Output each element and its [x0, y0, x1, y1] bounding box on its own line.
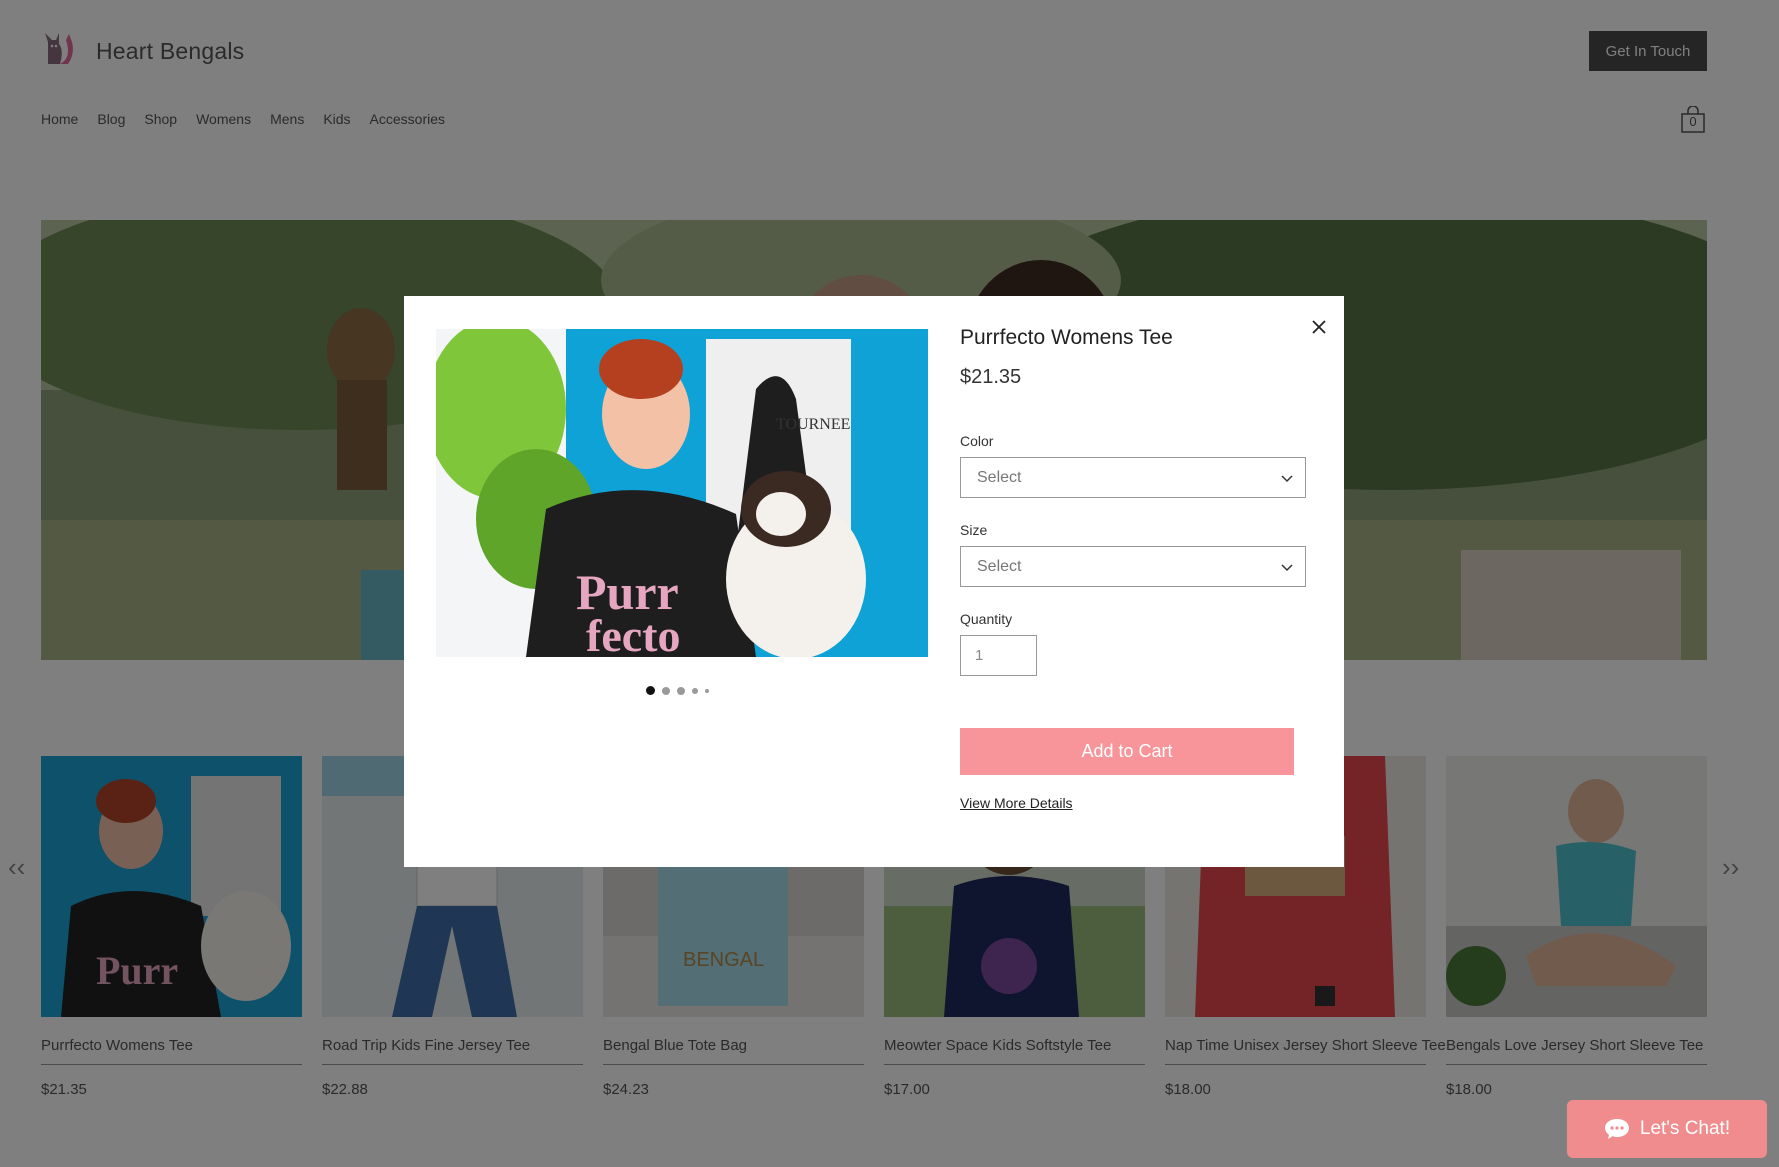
chat-widget-button[interactable]: Let's Chat! [1567, 1100, 1767, 1158]
color-select-value: Select [977, 468, 1022, 486]
image-dot[interactable] [705, 688, 709, 693]
image-dot[interactable] [677, 686, 685, 695]
size-select[interactable]: Select [960, 546, 1306, 587]
chat-label: Let's Chat! [1639, 1118, 1731, 1139]
quick-view-modal: TOURNEE Purr fecto Purrfecto Womens Tee … [404, 296, 1344, 867]
view-more-details-link[interactable]: View More Details [960, 795, 1320, 811]
svg-text:TOURNEE: TOURNEE [776, 416, 850, 433]
svg-text:fecto: fecto [586, 610, 680, 657]
product-price: $21.35 [960, 366, 1022, 388]
product-main-image[interactable]: TOURNEE Purr fecto [436, 329, 928, 657]
add-to-cart-button[interactable]: Add to Cart [960, 728, 1294, 775]
size-label: Size [960, 522, 988, 538]
size-select-value: Select [977, 557, 1022, 575]
image-dot[interactable] [692, 687, 698, 694]
quantity-input[interactable] [960, 635, 1037, 676]
color-select[interactable]: Select [960, 457, 1306, 498]
chevron-down-icon [1281, 475, 1293, 483]
chat-bubble-icon [1604, 1119, 1629, 1139]
color-label: Color [960, 433, 994, 449]
image-dot[interactable] [646, 686, 655, 695]
product-details: Purrfecto Womens Tee $21.35 Color Select… [960, 326, 1320, 811]
image-dot[interactable] [662, 686, 670, 695]
quantity-label: Quantity [960, 611, 1013, 627]
image-pagination [646, 686, 709, 695]
chevron-down-icon [1281, 564, 1293, 572]
product-title: Purrfecto Womens Tee [960, 326, 1173, 349]
